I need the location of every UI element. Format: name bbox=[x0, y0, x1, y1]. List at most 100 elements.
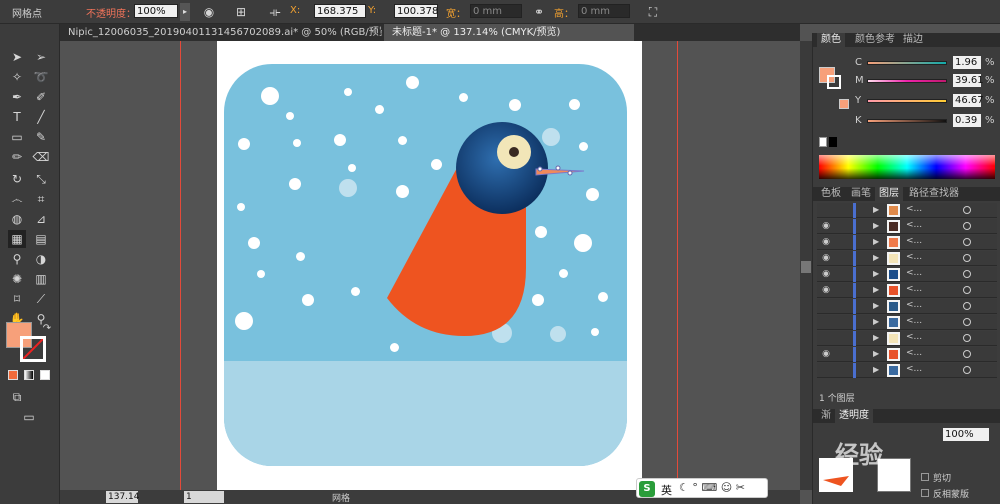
ime-lang[interactable]: 英 bbox=[661, 482, 672, 498]
layer-row[interactable]: ◉ ▶ <... bbox=[817, 267, 997, 282]
ime-icons[interactable]: ☾ ° ⌨ ☺ ✂ bbox=[679, 481, 745, 494]
mesh-tool-icon[interactable]: ▦ bbox=[8, 230, 26, 248]
expand-arrow-icon[interactable]: ▶ bbox=[873, 285, 879, 294]
line-tool-icon[interactable]: ╱ bbox=[32, 108, 50, 126]
y-field[interactable]: 100.378 bbox=[394, 4, 438, 18]
screen-mode-icon[interactable]: ▭ bbox=[20, 408, 38, 426]
target-circle-icon[interactable] bbox=[963, 222, 971, 230]
bird-head[interactable] bbox=[456, 122, 548, 214]
target-circle-icon[interactable] bbox=[963, 318, 971, 326]
channel-k-slider[interactable] bbox=[867, 119, 947, 123]
pencil-icon[interactable]: ✏ bbox=[8, 148, 26, 166]
zoom-field[interactable]: 137.14 bbox=[106, 491, 140, 503]
tab-color[interactable]: 颜色 bbox=[817, 33, 845, 47]
color-spectrum[interactable] bbox=[819, 155, 995, 179]
type-tool-icon[interactable]: T bbox=[8, 108, 26, 126]
target-circle-icon[interactable] bbox=[963, 350, 971, 358]
width-field[interactable]: 0 mm bbox=[470, 4, 522, 18]
free-transform-icon[interactable]: ⌗ bbox=[32, 190, 50, 208]
color-panel-stroke[interactable] bbox=[827, 75, 841, 89]
rectangle-tool-icon[interactable]: ▭ bbox=[8, 128, 26, 146]
eye-icon[interactable]: ◉ bbox=[821, 221, 831, 231]
scroll-thumb[interactable] bbox=[801, 261, 811, 273]
curvature-tool-icon[interactable]: ✐ bbox=[32, 88, 50, 106]
layer-row[interactable]: ▶ <... bbox=[817, 363, 997, 378]
target-circle-icon[interactable] bbox=[963, 254, 971, 262]
channel-y-value[interactable]: 46.67 bbox=[953, 94, 984, 107]
eye-icon[interactable]: ◉ bbox=[821, 237, 831, 247]
expand-arrow-icon[interactable]: ▶ bbox=[873, 269, 879, 278]
isolate-icon[interactable]: ⛶ bbox=[644, 3, 662, 21]
eyedropper-icon[interactable]: ⚲ bbox=[8, 250, 26, 268]
mesh-point[interactable] bbox=[567, 170, 573, 176]
expand-arrow-icon[interactable]: ▶ bbox=[873, 205, 879, 214]
black-swatch[interactable] bbox=[829, 137, 837, 147]
tab-gradient[interactable]: 渐 bbox=[817, 409, 835, 423]
rotate-icon[interactable]: ↻ bbox=[8, 170, 26, 188]
gradient-mode-icon[interactable] bbox=[24, 370, 34, 380]
stroke-swatch[interactable] bbox=[20, 336, 46, 362]
x-field[interactable]: 168.375 bbox=[314, 4, 366, 18]
swap-fill-stroke-icon[interactable]: ↷ bbox=[38, 320, 56, 338]
expand-arrow-icon[interactable]: ▶ bbox=[873, 253, 879, 262]
tab-layers[interactable]: 图层 bbox=[875, 187, 903, 201]
layer-row[interactable]: ◉ ▶ <... bbox=[817, 347, 997, 362]
eraser-icon[interactable]: ⌫ bbox=[32, 148, 50, 166]
tab-color-guide[interactable]: 颜色参考 bbox=[851, 33, 899, 47]
shape-builder-icon[interactable]: ◍ bbox=[8, 210, 26, 228]
out-of-gamut-swatch[interactable] bbox=[839, 99, 849, 109]
eye-icon[interactable]: ◉ bbox=[821, 285, 831, 295]
ime-toolbar[interactable]: S 英 ☾ ° ⌨ ☺ ✂ bbox=[636, 478, 768, 498]
target-circle-icon[interactable] bbox=[963, 206, 971, 214]
direct-selection-tool-icon[interactable]: ➢ bbox=[32, 48, 50, 66]
lasso-icon[interactable]: ➰ bbox=[32, 68, 50, 86]
paintbrush-icon[interactable]: ✎ bbox=[32, 128, 50, 146]
blend-icon[interactable]: ◑ bbox=[32, 250, 50, 268]
vertical-scrollbar[interactable] bbox=[800, 41, 812, 490]
tab-swatches[interactable]: 色板 bbox=[817, 187, 845, 201]
warp-icon[interactable]: ෴ bbox=[8, 190, 26, 208]
target-circle-icon[interactable] bbox=[963, 366, 971, 374]
none-mode-icon[interactable] bbox=[40, 370, 50, 380]
link-icon[interactable]: ⚭ bbox=[530, 3, 548, 21]
artboard-tool-icon[interactable]: ⌑ bbox=[8, 290, 26, 308]
layer-row[interactable]: ▶ <... bbox=[817, 331, 997, 346]
layer-row[interactable]: ▶ <... bbox=[817, 299, 997, 314]
target-circle-icon[interactable] bbox=[963, 302, 971, 310]
tab-brushes[interactable]: 画笔 bbox=[847, 187, 875, 201]
tab-document-1[interactable]: Nipic_12006035_20190401131456702089.ai* … bbox=[60, 24, 382, 41]
color-mode-icon[interactable] bbox=[8, 370, 18, 380]
target-circle-icon[interactable] bbox=[963, 238, 971, 246]
eye-icon[interactable] bbox=[821, 301, 831, 311]
align-icon[interactable]: ⊞ bbox=[232, 3, 250, 21]
channel-m-slider[interactable] bbox=[867, 79, 947, 83]
column-graph-icon[interactable]: ▥ bbox=[32, 270, 50, 288]
scale-icon[interactable]: ⤡ bbox=[32, 170, 50, 188]
transparency-opacity[interactable]: 100% bbox=[943, 428, 989, 441]
draw-mode-icon[interactable]: ⧉ bbox=[8, 388, 26, 406]
layer-row[interactable]: ▶ <... bbox=[817, 315, 997, 330]
mesh-point[interactable] bbox=[555, 165, 561, 171]
tab-transparency[interactable]: 透明度 bbox=[835, 409, 873, 423]
eye-icon[interactable] bbox=[821, 333, 831, 343]
expand-arrow-icon[interactable]: ▶ bbox=[873, 317, 879, 326]
tab-stroke[interactable]: 描边 bbox=[899, 33, 927, 47]
expand-arrow-icon[interactable]: ▶ bbox=[873, 333, 879, 342]
expand-arrow-icon[interactable]: ▶ bbox=[873, 221, 879, 230]
target-circle-icon[interactable] bbox=[963, 286, 971, 294]
bird-beak[interactable] bbox=[535, 168, 585, 176]
slice-tool-icon[interactable]: ⟋ bbox=[32, 290, 50, 308]
mesh-point[interactable] bbox=[537, 166, 543, 172]
perspective-icon[interactable]: ⊿ bbox=[32, 210, 50, 228]
eye-icon[interactable]: ◉ bbox=[821, 349, 831, 359]
magic-wand-icon[interactable]: ✧ bbox=[8, 68, 26, 86]
channel-c-slider[interactable] bbox=[867, 61, 947, 65]
target-circle-icon[interactable] bbox=[963, 270, 971, 278]
eye-icon[interactable] bbox=[821, 365, 831, 375]
layer-row[interactable]: ◉ ▶ <... bbox=[817, 251, 997, 266]
page-field[interactable]: 1 bbox=[184, 491, 224, 503]
opacity-field[interactable]: 100% bbox=[134, 4, 178, 18]
eye-icon[interactable] bbox=[821, 205, 831, 215]
expand-arrow-icon[interactable]: ▶ bbox=[873, 349, 879, 358]
layer-row[interactable]: ◉ ▶ <... bbox=[817, 219, 997, 234]
